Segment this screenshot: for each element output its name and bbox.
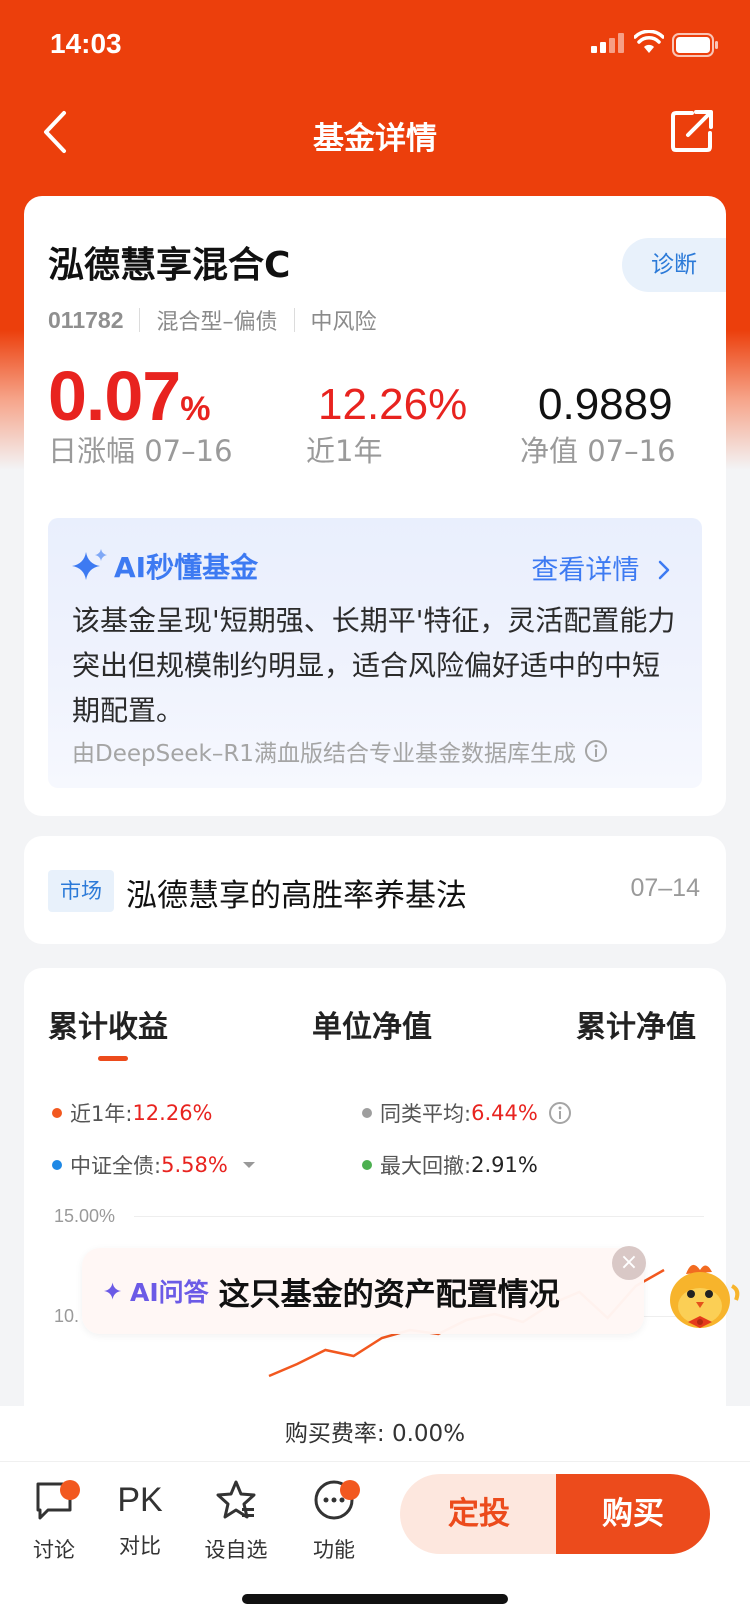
page-title: 基金详情 (313, 121, 437, 157)
chevron-right-icon (658, 560, 670, 580)
ai-summary-title: AI秒懂基金 (72, 546, 258, 586)
nav-value: 0.9889 (538, 380, 673, 429)
home-indicator (242, 1594, 508, 1604)
fund-meta: 011782 混合型–偏债 中风险 (48, 304, 377, 336)
daily-change-label: 日涨幅 07–16 (48, 434, 233, 468)
regular-invest-button[interactable]: 定投 (400, 1474, 558, 1554)
ai-footer-text: 由DeepSeek–R1满血版结合专业基金数据库生成 (72, 741, 576, 767)
discuss-label: 讨论 (33, 1538, 75, 1562)
ai-view-details-label: 查看详情 (531, 555, 640, 586)
daily-change: 0.07% (48, 356, 210, 436)
fund-summary-card: 泓德慧享混合C 诊断 011782 混合型–偏债 中风险 0.07% 日涨幅 0… (24, 196, 726, 816)
nav-bar: 基金详情 (0, 95, 750, 170)
status-bar: 14:03 (0, 0, 750, 90)
ai-question-bubble[interactable]: AI问答 这只基金的资产配置情况 (82, 1248, 644, 1334)
meta-divider (139, 308, 141, 332)
add-favorite-label: 设自选 (204, 1538, 268, 1562)
ai-summary-box[interactable]: AI秒懂基金 查看详情 该基金呈现'短期强、长期平'特征，灵活配置能力突出但规模… (48, 518, 702, 788)
compare-button[interactable]: PK 对比 (100, 1478, 180, 1560)
compare-label: 对比 (119, 1534, 161, 1558)
daily-change-unit: % (180, 390, 211, 428)
news-date: 07–14 (630, 874, 700, 902)
battery-icon (672, 33, 718, 57)
info-icon[interactable] (584, 739, 608, 763)
ai-summary-footer: 由DeepSeek–R1满血版结合专业基金数据库生成 (72, 734, 608, 768)
performance-chart-card: 累计收益 单位净值 累计净值 近1年: 12.26% 同类平均: 6.44% 中… (24, 968, 726, 1448)
status-time: 14:03 (50, 28, 122, 59)
notification-dot (60, 1480, 80, 1500)
add-favorite-button[interactable]: 设自选 (196, 1478, 276, 1564)
year-return-value: 12.26% (318, 380, 468, 429)
nav-label: 净值 07–16 (520, 434, 676, 468)
discuss-button[interactable]: 讨论 (14, 1478, 94, 1564)
functions-button[interactable]: 功能 (294, 1478, 374, 1564)
fund-risk: 中风险 (310, 310, 377, 335)
ai-view-details-link[interactable]: 查看详情 (531, 548, 672, 587)
fund-code: 011782 (48, 306, 124, 333)
meta-divider (293, 308, 295, 332)
news-card[interactable]: 市场 泓德慧享的高胜率养基法 07–14 (24, 836, 726, 944)
performance-line-chart (268, 1268, 665, 1378)
news-tag: 市场 (48, 870, 114, 912)
cellular-signal-icon (591, 33, 624, 53)
ai-summary-title-text: AI秒懂基金 (114, 551, 259, 584)
star-list-icon (216, 1480, 256, 1519)
daily-change-value: 0.07 (48, 357, 181, 435)
buy-button[interactable]: 购买 (556, 1474, 710, 1554)
fund-name: 泓德慧享混合C (48, 245, 291, 286)
wifi-icon (634, 30, 664, 53)
diagnose-button[interactable]: 诊断 (622, 238, 726, 292)
fund-type: 混合型–偏债 (156, 310, 278, 335)
sparkle-icon (104, 1282, 122, 1300)
news-title: 泓德慧享的高胜率养基法 (126, 878, 467, 914)
year-return-label: 近1年 (306, 434, 383, 468)
purchase-fee-bar: 购买费率: 0.00% (0, 1406, 750, 1462)
pk-icon: PK (117, 1481, 163, 1519)
ai-question-brand: AI问答 (104, 1273, 209, 1309)
sparkle-icon (72, 549, 107, 580)
ai-summary-text: 该基金呈现'短期强、长期平'特征，灵活配置能力突出但规模制约明显，适合风险偏好适… (72, 604, 676, 727)
share-icon[interactable] (670, 107, 714, 153)
notification-dot (340, 1480, 360, 1500)
ai-question-brand-text: AI问答 (130, 1278, 209, 1307)
functions-label: 功能 (313, 1538, 355, 1562)
mascot-chick-icon[interactable] (662, 1256, 742, 1336)
close-icon[interactable]: × (612, 1246, 646, 1280)
ai-question-text: 这只基金的资产配置情况 (218, 1276, 560, 1313)
